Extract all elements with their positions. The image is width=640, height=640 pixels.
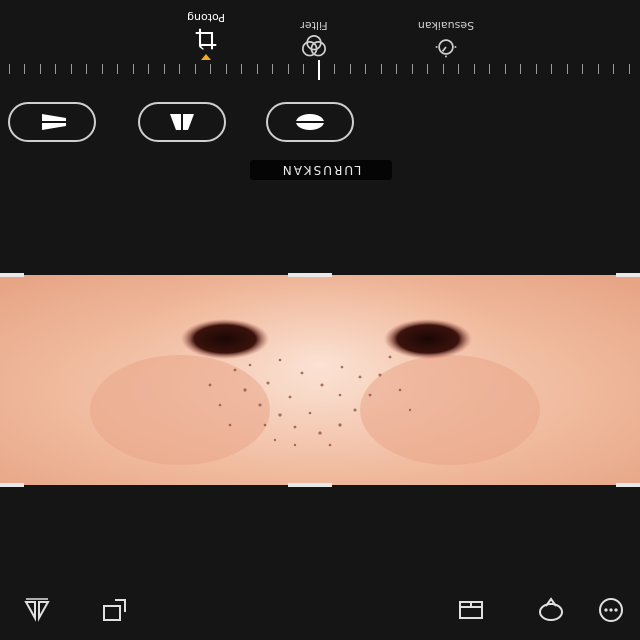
lasso-icon[interactable] (534, 594, 568, 626)
flip-horizontal-button[interactable] (266, 102, 354, 142)
ruler-tick (257, 64, 258, 74)
ruler-tick (117, 64, 119, 74)
tab-sesuaikan[interactable]: Sesuaikan (396, 19, 496, 60)
ruler-tick (412, 64, 413, 74)
ruler-tick (241, 64, 243, 74)
ruler-tick (365, 64, 367, 74)
straighten-ruler[interactable] (0, 60, 640, 80)
ruler-tick (226, 64, 227, 74)
crop-handle-top[interactable] (288, 273, 332, 277)
ruler-tick (86, 64, 88, 74)
ruler-tick (474, 64, 475, 74)
crop-handle-bottom-right[interactable] (0, 483, 24, 487)
ruler-tick (272, 64, 274, 74)
ruler-tick (334, 64, 336, 74)
perspective-vertical-icon (170, 112, 194, 132)
ruler-tick (210, 64, 212, 74)
perspective-vertical-button[interactable] (138, 102, 226, 142)
editor-tabs: Sesuaikan Filter Potong (0, 0, 640, 60)
ruler-tick (55, 64, 57, 74)
ruler-tick (102, 64, 103, 74)
crop-rotate-icon (156, 26, 256, 52)
adjust-icon (396, 34, 496, 60)
ruler-tick (24, 64, 26, 74)
ruler-center-tick (318, 60, 320, 80)
ruler-tick (396, 64, 398, 74)
ruler-tick (443, 64, 444, 74)
photo-canvas[interactable] (0, 275, 640, 485)
photo-editor: LURUSKAN Sesuaikan Filter Potong (0, 0, 640, 640)
crop-handle-bottom-left[interactable] (616, 483, 640, 487)
ruler-tick (195, 64, 196, 74)
ruler-tick (598, 64, 599, 74)
ruler-tick (536, 64, 537, 74)
perspective-horizontal-button[interactable] (8, 102, 96, 142)
ruler-tick (164, 64, 165, 74)
flip-horizontal-icon (294, 114, 326, 130)
ruler-tick (9, 64, 10, 74)
ruler-tick (489, 64, 491, 74)
filter-icon (264, 34, 364, 60)
crop-handle-bottom[interactable] (288, 483, 332, 487)
ruler-tick (179, 64, 181, 74)
ruler-tick (350, 64, 351, 74)
bottom-toolbar (0, 580, 640, 640)
crop-handle-top-left[interactable] (616, 273, 640, 277)
ruler-tick (303, 64, 305, 74)
ruler-tick (520, 64, 522, 74)
ruler-tick (148, 64, 150, 74)
aspect-ratio-icon[interactable] (454, 594, 488, 626)
perspective-horizontal-icon (36, 114, 68, 130)
ruler-tick (567, 64, 568, 74)
ruler-tick (427, 64, 429, 74)
ruler-tick (133, 64, 134, 74)
straighten-label: LURUSKAN (250, 160, 392, 180)
ruler-tick (288, 64, 289, 74)
rotate-icon[interactable] (98, 594, 132, 626)
ruler-tick (71, 64, 72, 74)
ruler-tick (582, 64, 584, 74)
ruler-tick (505, 64, 506, 74)
ruler-tick (551, 64, 553, 74)
ruler-tick (381, 64, 382, 74)
more-icon[interactable] (594, 594, 628, 626)
tab-potong[interactable]: Potong (156, 11, 256, 60)
nose-photo (0, 275, 640, 485)
crop-handle-top-right[interactable] (0, 273, 24, 277)
ruler-tick (613, 64, 615, 74)
ruler-tick (40, 64, 41, 74)
ruler-tick (458, 64, 460, 74)
ruler-tick (629, 64, 630, 74)
flip-icon[interactable] (20, 594, 54, 626)
tab-filter[interactable]: Filter (264, 19, 364, 60)
active-tab-indicator (201, 54, 211, 60)
